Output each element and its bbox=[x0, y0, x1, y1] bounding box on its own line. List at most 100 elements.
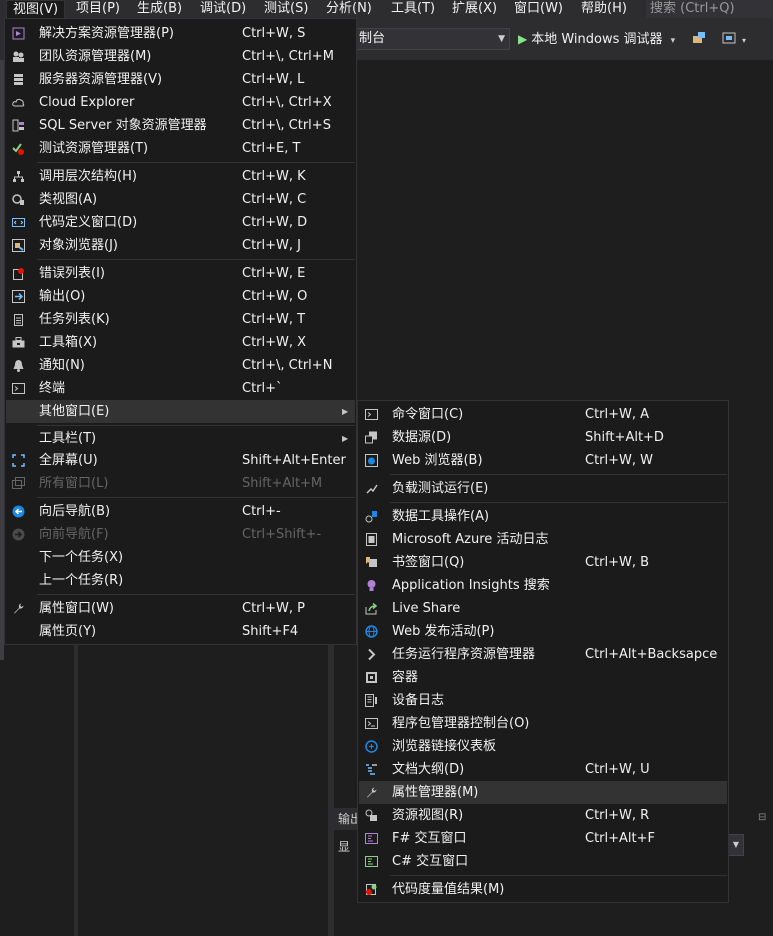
menu-item-label: 资源视图(R) bbox=[392, 808, 464, 823]
menu-item-label: 文档大纲(D) bbox=[392, 762, 465, 777]
menu-item-error-list[interactable]: 错误列表(I) Ctrl+W, E bbox=[6, 262, 355, 285]
menu-item-code-definition[interactable]: 代码定义窗口(D) Ctrl+W, D bbox=[6, 211, 355, 234]
menu-item-label: 代码度量值结果(M) bbox=[392, 882, 505, 897]
load-test-icon bbox=[365, 482, 378, 495]
menu-item-fsharp-interactive[interactable]: F# 交互窗口 Ctrl+Alt+F bbox=[359, 827, 727, 850]
menu-item-label: 所有窗口(L) bbox=[39, 476, 109, 491]
menu-item-web-publish-activity[interactable]: Web 发布活动(P) bbox=[359, 620, 727, 643]
menu-item-label: 服务器资源管理器(V) bbox=[39, 72, 163, 87]
menu-window[interactable]: 窗口(W) bbox=[508, 0, 569, 18]
menu-item-code-metrics-results[interactable]: 代码度量值结果(M) bbox=[359, 878, 727, 901]
menu-item-resource-view[interactable]: 资源视图(R) Ctrl+W, R bbox=[359, 804, 727, 827]
menu-item-shortcut: Ctrl+W, C bbox=[242, 192, 307, 207]
menu-item-document-outline[interactable]: 文档大纲(D) Ctrl+W, U bbox=[359, 758, 727, 781]
menu-item-toolbars[interactable]: 工具栏(T) ▶ bbox=[6, 427, 355, 450]
menu-item-data-tools-operations[interactable]: 数据工具操作(A) bbox=[359, 505, 727, 528]
menu-tools[interactable]: 工具(T) bbox=[385, 0, 441, 18]
menu-item-next-task[interactable]: 下一个任务(X) bbox=[6, 546, 355, 569]
menu-item-other-windows[interactable]: 其他窗口(E) ▶ bbox=[6, 400, 355, 423]
menu-item-object-browser[interactable]: 对象浏览器(J) Ctrl+W, J bbox=[6, 234, 355, 257]
menu-item-bookmark-window[interactable]: 书签窗口(Q) Ctrl+W, B bbox=[359, 551, 727, 574]
menu-item-shortcut: Ctrl+W, K bbox=[242, 169, 306, 184]
toolbar-overflow-icon[interactable]: ▾ bbox=[742, 36, 746, 45]
output-icon bbox=[12, 290, 25, 303]
menu-item-csharp-interactive[interactable]: C# 交互窗口 bbox=[359, 850, 727, 873]
menu-extensions[interactable]: 扩展(X) bbox=[446, 0, 503, 18]
menu-item-label: 书签窗口(Q) bbox=[392, 555, 465, 570]
toolbox-icon bbox=[12, 336, 25, 349]
menu-item-task-runner-explorer[interactable]: 任务运行程序资源管理器 Ctrl+Alt+Backsapce bbox=[359, 643, 727, 666]
menu-item-property-pages[interactable]: 属性页(Y) Shift+F4 bbox=[6, 620, 355, 643]
menu-item-azure-activity-log[interactable]: Microsoft Azure 活动日志 bbox=[359, 528, 727, 551]
menu-item-load-test-runs[interactable]: 负载测试运行(E) bbox=[359, 477, 727, 500]
menu-item-label: 全屏幕(U) bbox=[39, 453, 98, 468]
terminal-icon bbox=[12, 382, 25, 395]
menu-build[interactable]: 生成(B) bbox=[131, 0, 188, 18]
menu-item-label: 类视图(A) bbox=[39, 192, 98, 207]
menu-item-cloud-explorer[interactable]: Cloud Explorer Ctrl+\, Ctrl+X bbox=[6, 91, 355, 114]
menu-item-terminal[interactable]: 终端 Ctrl+` bbox=[6, 377, 355, 400]
menu-item-toolbox[interactable]: 工具箱(X) Ctrl+W, X bbox=[6, 331, 355, 354]
menu-item-test-explorer[interactable]: 测试资源管理器(T) Ctrl+E, T bbox=[6, 137, 355, 160]
menu-item-package-manager-console[interactable]: 程序包管理器控制台(O) bbox=[359, 712, 727, 735]
task-list-icon bbox=[12, 313, 25, 326]
menu-item-web-browser[interactable]: Web 浏览器(B) Ctrl+W, W bbox=[359, 449, 727, 472]
menu-item-solution-explorer[interactable]: 解决方案资源管理器(P) Ctrl+W, S bbox=[6, 22, 355, 45]
menu-item-sql-server-explorer[interactable]: SQL Server 对象资源管理器 Ctrl+\, Ctrl+S bbox=[6, 114, 355, 137]
menu-item-shortcut: Shift+Alt+M bbox=[242, 476, 323, 491]
menu-item-team-explorer[interactable]: 团队资源管理器(M) Ctrl+\, Ctrl+M bbox=[6, 45, 355, 68]
test-explorer-icon bbox=[12, 142, 25, 155]
menu-debug[interactable]: 调试(D) bbox=[194, 0, 252, 18]
menu-item-shortcut: Ctrl+W, J bbox=[242, 238, 301, 253]
navigate-back-icon bbox=[12, 505, 25, 518]
menu-item-label: 向前导航(F) bbox=[39, 527, 109, 542]
menu-item-output[interactable]: 输出(O) Ctrl+W, O bbox=[6, 285, 355, 308]
menu-item-device-log[interactable]: 设备日志 bbox=[359, 689, 727, 712]
menu-item-property-manager[interactable]: 属性管理器(M) bbox=[359, 781, 727, 804]
menu-item-containers[interactable]: 容器 bbox=[359, 666, 727, 689]
find-in-files-icon[interactable] bbox=[692, 31, 706, 45]
menu-item-properties-window[interactable]: 属性窗口(W) Ctrl+W, P bbox=[6, 597, 355, 620]
menu-item-shortcut: Ctrl+` bbox=[242, 381, 283, 396]
output-source-dropdown[interactable]: ▼ bbox=[728, 834, 744, 856]
solution-platform-dropdown[interactable]: 制台 ▼ bbox=[356, 28, 510, 50]
menu-item-label: 输出(O) bbox=[39, 289, 86, 304]
cloud-icon bbox=[12, 96, 25, 109]
menu-item-previous-task[interactable]: 上一个任务(R) bbox=[6, 569, 355, 592]
menu-item-shortcut: Ctrl+Alt+F bbox=[585, 831, 655, 846]
menu-separator bbox=[37, 497, 355, 498]
live-share-icon bbox=[365, 602, 378, 615]
menu-item-label: 设备日志 bbox=[392, 693, 445, 708]
code-definition-icon bbox=[12, 216, 25, 229]
menu-item-server-explorer[interactable]: 服务器资源管理器(V) Ctrl+W, L bbox=[6, 68, 355, 91]
menu-item-class-view[interactable]: 类视图(A) Ctrl+W, C bbox=[6, 188, 355, 211]
menu-help[interactable]: 帮助(H) bbox=[575, 0, 633, 18]
menu-test[interactable]: 测试(S) bbox=[258, 0, 314, 18]
menu-separator bbox=[37, 594, 355, 595]
solution-window-icon[interactable] bbox=[722, 31, 736, 45]
menu-item-label: 调用层次结构(H) bbox=[39, 169, 137, 184]
output-toolbar-icon[interactable]: ⊟ bbox=[758, 812, 773, 842]
menu-item-shortcut: Ctrl+E, T bbox=[242, 141, 301, 156]
search-box[interactable]: 搜索 (Ctrl+Q) bbox=[646, 0, 773, 18]
menu-item-call-hierarchy[interactable]: 调用层次结构(H) Ctrl+W, K bbox=[6, 165, 355, 188]
menu-item-task-list[interactable]: 任务列表(K) Ctrl+W, T bbox=[6, 308, 355, 331]
menu-item-label: Application Insights 搜索 bbox=[392, 578, 550, 593]
all-windows-icon bbox=[12, 477, 25, 490]
start-debugging-button[interactable]: ▶ 本地 Windows 调试器 ▾ bbox=[518, 28, 675, 50]
menu-item-browser-link-dashboard[interactable]: 浏览器链接仪表板 bbox=[359, 735, 727, 758]
menu-item-full-screen[interactable]: 全屏幕(U) Shift+Alt+Enter bbox=[6, 449, 355, 472]
menu-view[interactable]: 视图(V) bbox=[6, 0, 66, 18]
menu-item-application-insights-search[interactable]: Application Insights 搜索 bbox=[359, 574, 727, 597]
menu-project[interactable]: 项目(P) bbox=[70, 0, 126, 18]
menu-separator bbox=[390, 875, 727, 876]
menu-item-data-sources[interactable]: 数据源(D) Shift+Alt+D bbox=[359, 426, 727, 449]
menu-item-navigate-backward[interactable]: 向后导航(B) Ctrl+- bbox=[6, 500, 355, 523]
menu-item-label: 向后导航(B) bbox=[39, 504, 111, 519]
menu-analyze[interactable]: 分析(N) bbox=[320, 0, 378, 18]
menu-item-command-window[interactable]: 命令窗口(C) Ctrl+W, A bbox=[359, 403, 727, 426]
fullscreen-icon bbox=[12, 454, 25, 467]
menu-item-notifications[interactable]: 通知(N) Ctrl+\, Ctrl+N bbox=[6, 354, 355, 377]
menu-item-shortcut: Ctrl+Shift+- bbox=[242, 527, 322, 542]
menu-item-live-share[interactable]: Live Share bbox=[359, 597, 727, 620]
